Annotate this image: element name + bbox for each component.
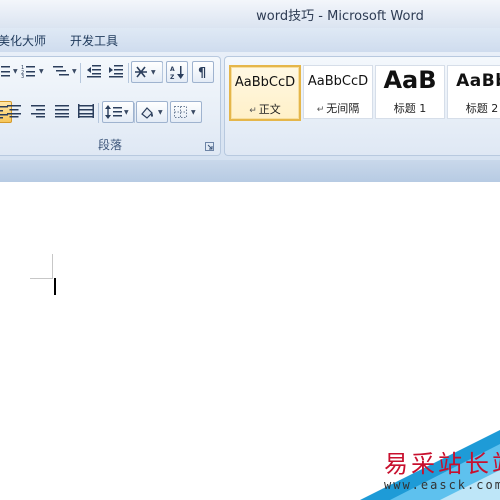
margin-corner-mark	[30, 278, 53, 279]
style-preview: AaB	[383, 66, 437, 94]
separator	[162, 63, 163, 83]
ribbon: ▼ 1 2 3 ▼ ▼ ▼ AZ ¶ ▼ ▼ ▼ 段落 AaBbCcD ↵ 正文…	[0, 52, 500, 161]
svg-text:▼: ▼	[72, 68, 77, 75]
separator	[80, 63, 81, 83]
paragraph-row-2: ▼ ▼ ▼	[0, 101, 220, 125]
line-spacing-icon[interactable]: ▼	[102, 101, 134, 123]
style-item-no-spacing[interactable]: AaBbCcD ↵ 无间隔	[303, 65, 373, 119]
document-name: word技巧	[256, 9, 315, 24]
paragraph-group: ▼ 1 2 3 ▼ ▼ ▼ AZ ¶ ▼ ▼ ▼ 段落	[0, 56, 221, 156]
style-name-text: 正文	[258, 103, 281, 116]
separator	[134, 103, 135, 123]
style-name-text: 无间隔	[326, 102, 360, 115]
distributed-icon[interactable]	[76, 101, 96, 121]
svg-text:Z: Z	[170, 74, 175, 80]
style-preview: AaBb	[456, 71, 500, 91]
paragraph-row-1: ▼ 1 2 3 ▼ ▼ ▼ AZ ¶	[0, 61, 220, 85]
tab-developer-tools[interactable]: 开发工具	[70, 32, 118, 49]
svg-text:A: A	[170, 66, 175, 73]
app-name: Microsoft Word	[327, 9, 424, 24]
multilevel-list-icon[interactable]: ▼	[50, 61, 80, 81]
ribbon-tabs: 美化大师 开发工具	[0, 28, 500, 52]
show-marks-icon[interactable]: ¶	[192, 61, 214, 83]
style-preview: AaBbCcD	[307, 74, 369, 89]
sort-icon[interactable]: AZ	[166, 61, 188, 83]
decrease-indent-icon[interactable]	[84, 61, 104, 81]
shading-icon[interactable]: ▼	[136, 101, 168, 123]
svg-text:¶: ¶	[198, 66, 206, 80]
numbering-icon[interactable]: 1 2 3 ▼	[18, 61, 48, 81]
paragraph-mark-icon: ↵	[316, 105, 325, 115]
ribbon-bottom-bar	[0, 160, 500, 183]
style-name: ↵ 无间隔	[304, 100, 372, 116]
text-cursor	[54, 278, 56, 295]
borders-icon[interactable]: ▼	[170, 101, 202, 123]
style-preview: AaBbCcD	[234, 75, 296, 90]
dialog-launcher-icon[interactable]	[205, 142, 214, 151]
svg-text:▼: ▼	[39, 68, 44, 75]
svg-text:▼: ▼	[151, 69, 156, 76]
chinese-layout-icon[interactable]: ▼	[131, 61, 163, 83]
title-bar: word技巧 - Microsoft Word	[0, 0, 500, 29]
window-title: word技巧 - Microsoft Word	[0, 5, 500, 24]
style-item-heading-2[interactable]: AaBb 标题 2	[447, 65, 500, 119]
paragraph-mark-icon: ↵	[249, 106, 257, 116]
separator	[98, 103, 99, 123]
separator	[128, 63, 129, 83]
increase-indent-icon[interactable]	[106, 61, 126, 81]
style-name: 标题 2	[465, 102, 499, 115]
paragraph-group-label: 段落	[97, 138, 122, 152]
svg-text:▼: ▼	[158, 109, 163, 116]
style-name: 标题 1	[393, 102, 427, 115]
margin-corner-mark	[52, 254, 53, 278]
styles-gallery: AaBbCcD ↵正文 AaBbCcD ↵无间隔 AaB 标题 1 AaBb 标…	[224, 56, 500, 156]
svg-text:▼: ▼	[191, 109, 196, 116]
justify-icon[interactable]	[52, 101, 72, 121]
tab-beautify-master[interactable]: 美化大师	[0, 32, 46, 49]
watermark-url: www.easck.com	[384, 478, 500, 492]
style-item-normal[interactable]: AaBbCcD ↵ 正文	[229, 65, 301, 121]
align-center-icon[interactable]	[4, 101, 24, 121]
svg-text:▼: ▼	[124, 109, 129, 116]
svg-text:3: 3	[21, 74, 24, 78]
title-separator: -	[318, 9, 323, 24]
watermark-text: 易采站长站	[384, 450, 500, 478]
style-name: ↵ 正文	[231, 101, 299, 117]
align-right-icon[interactable]	[28, 101, 48, 121]
style-item-heading-1[interactable]: AaB 标题 1	[375, 65, 445, 119]
